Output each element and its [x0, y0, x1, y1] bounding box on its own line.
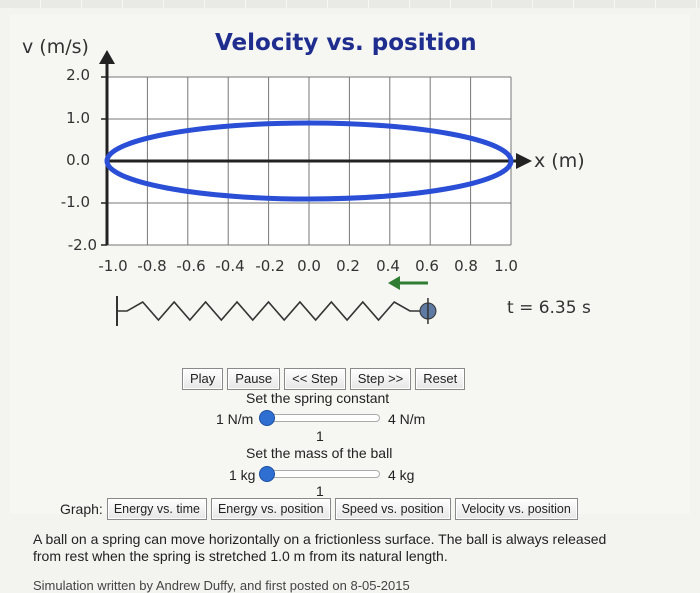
mass-slider-title: Set the mass of the ball [246, 445, 393, 461]
y-tick-label: 2.0 [66, 66, 90, 84]
mass-slider-max-label: 4 kg [388, 467, 415, 483]
credit-text: Simulation written by Andrew Duffy, and … [33, 578, 410, 593]
x-axis-arrow [516, 153, 532, 169]
x-axis-label: x (m) [534, 150, 585, 172]
graph-selector-label: Graph: [60, 501, 103, 517]
graph-option-energy-time[interactable]: Energy vs. time [106, 498, 207, 520]
spring-ball-system [116, 276, 437, 326]
play-button[interactable]: Play [182, 368, 224, 390]
graph-title: Velocity vs. position [215, 30, 477, 56]
spring-slider-max-label: 4 N/m [388, 411, 426, 427]
spring [117, 300, 420, 322]
playback-controls: Play Pause << Step Step >> Reset [182, 368, 466, 390]
graph-option-velocity-position[interactable]: Velocity vs. position [454, 498, 578, 520]
graph-option-energy-position[interactable]: Energy vs. position [210, 498, 331, 520]
velocity-arrow-head [387, 276, 400, 290]
graph-option-speed-position[interactable]: Speed vs. position [334, 498, 451, 520]
step-forward-button[interactable]: Step >> [349, 368, 412, 390]
time-readout: t = 6.35 s [507, 298, 591, 318]
graph-selector: Graph: Energy vs. time Energy vs. positi… [60, 498, 578, 520]
y-tick-label: -1.0 [60, 193, 90, 211]
mass-slider[interactable] [266, 470, 380, 478]
spring-slider-min-label: 1 N/m [216, 411, 254, 427]
mass-slider-thumb[interactable] [259, 466, 275, 482]
spring-slider-thumb[interactable] [259, 410, 275, 426]
step-back-button[interactable]: << Step [284, 368, 346, 390]
y-tick-label: 1.0 [66, 109, 90, 127]
spring-constant-slider[interactable] [266, 414, 380, 422]
mass-slider-min-label: 1 kg [229, 467, 256, 483]
description-text: A ball on a spring can move horizontally… [33, 531, 607, 564]
pause-button[interactable]: Pause [227, 368, 281, 390]
y-axis-label: v (m/s) [22, 36, 89, 58]
spring-slider-value: 1 [316, 428, 324, 444]
reset-button[interactable]: Reset [415, 368, 466, 390]
mass-slider-value: 1 [316, 483, 324, 499]
y-axis-arrow [99, 50, 115, 64]
x-tick-label: 1.0 [494, 257, 518, 275]
spring-slider-title: Set the spring constant [246, 390, 390, 406]
y-tick-label: -2.0 [67, 236, 97, 254]
y-tick-label: 0.0 [66, 151, 90, 169]
